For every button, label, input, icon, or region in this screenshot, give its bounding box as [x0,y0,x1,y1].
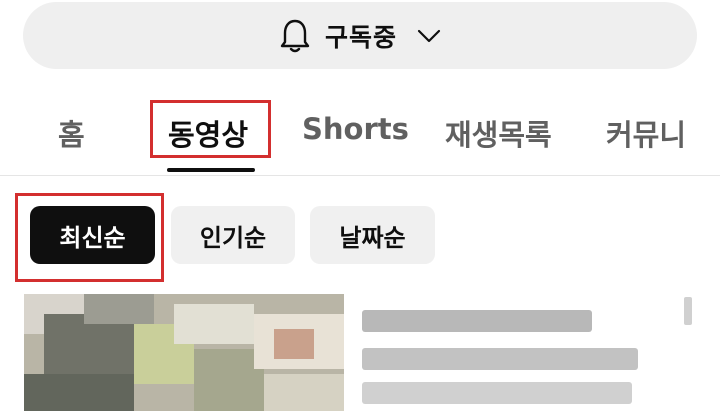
active-tab-indicator [167,168,255,172]
channel-tabs: 홈 동영상 Shorts 재생목록 커뮤니 [0,90,720,174]
subscription-status-button[interactable]: 구독중 [23,2,697,69]
tab-home[interactable]: 홈 [58,112,85,154]
tab-shorts[interactable]: Shorts [302,112,409,146]
subscription-status-label: 구독중 [324,22,397,52]
chip-popular[interactable]: 인기순 [171,206,295,264]
video-title-line-1 [362,310,592,332]
video-list-item[interactable] [0,292,720,411]
more-options-icon[interactable] [684,297,692,325]
tabs-divider [0,175,720,176]
chevron-down-icon [417,29,441,42]
tab-playlists[interactable]: 재생목록 [445,112,552,154]
video-thumbnail[interactable] [24,294,344,411]
chip-oldest[interactable]: 날짜순 [310,206,435,264]
tab-community[interactable]: 커뮤니 [606,112,686,154]
bell-icon [280,19,310,52]
video-title-line-2 [362,348,638,370]
video-meta-line [362,382,632,404]
highlight-box-latest-chip [15,193,164,282]
highlight-box-videos-tab [150,100,271,158]
